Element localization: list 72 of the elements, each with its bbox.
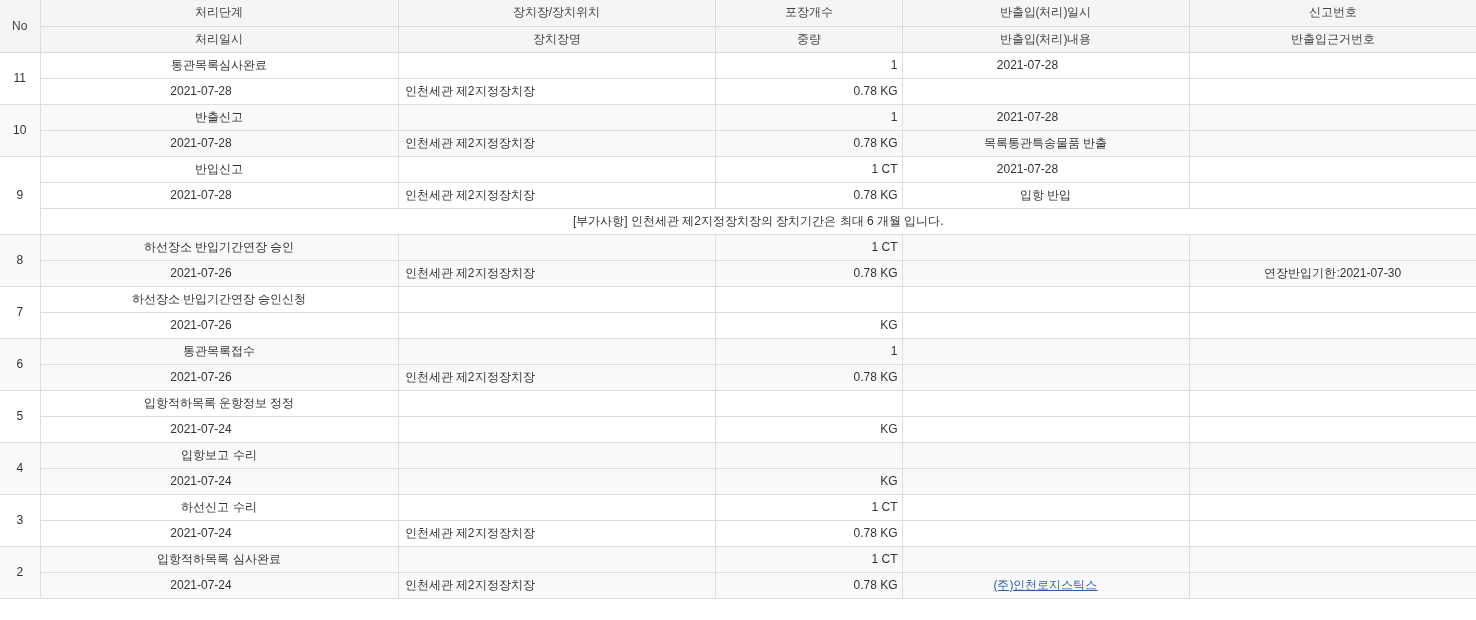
- table-cell: 하선장소 반입기간연장 승인신청: [40, 286, 398, 312]
- table-cell: 0.78 KG: [715, 182, 902, 208]
- row-number: 4: [0, 442, 40, 494]
- table-cell: 입항보고 수리: [40, 442, 398, 468]
- row-number: 2: [0, 546, 40, 598]
- header-cell: 포장개수: [715, 0, 902, 26]
- table-cell: 2021-07-24: [40, 520, 398, 546]
- table-cell: 2021-07-26: [40, 260, 398, 286]
- table-cell: 하선장소 반입기간연장 승인: [40, 234, 398, 260]
- table-cell: 인천세관 제2지정장치장: [398, 572, 715, 598]
- table-cell: 0.78 KG: [715, 364, 902, 390]
- table-cell: 1 CT: [715, 494, 902, 520]
- row-number: 3: [0, 494, 40, 546]
- table-cell: 2021-07-24: [40, 416, 398, 442]
- table-cell: KG: [715, 416, 902, 442]
- header-cell: 장치장/장치위치: [398, 0, 715, 26]
- table-cell: 1 CT: [715, 546, 902, 572]
- table-cell: 2021-07-24: [40, 468, 398, 494]
- table-cell: 2021-07-28: [902, 156, 1189, 182]
- table-cell: 통관목록접수: [40, 338, 398, 364]
- header-cell: 반출입(처리)일시: [902, 0, 1189, 26]
- table-cell: 입항적하목록 심사완료: [40, 546, 398, 572]
- row-number: 6: [0, 338, 40, 390]
- row-number: 8: [0, 234, 40, 286]
- header-cell: No: [0, 0, 40, 52]
- table-cell: 통관목록심사완료: [40, 52, 398, 78]
- header-cell: 반출입(처리)내용: [902, 26, 1189, 52]
- header-cell: 장치장명: [398, 26, 715, 52]
- table-cell: 2021-07-28: [40, 182, 398, 208]
- row-number: 10: [0, 104, 40, 156]
- table-cell: 0.78 KG: [715, 520, 902, 546]
- table-cell: 반출신고: [40, 104, 398, 130]
- table-cell: 인천세관 제2지정장치장: [398, 130, 715, 156]
- table-cell: 2021-07-28: [40, 78, 398, 104]
- table-cell: 1 CT: [715, 156, 902, 182]
- table-cell: 0.78 KG: [715, 130, 902, 156]
- row-number: 5: [0, 390, 40, 442]
- table-cell: 1: [715, 104, 902, 130]
- table-cell: 2021-07-28: [902, 104, 1189, 130]
- table-cell: 0.78 KG: [715, 78, 902, 104]
- table-cell: 1 CT: [715, 234, 902, 260]
- table-cell: 목록통관특송물품 반출: [902, 130, 1189, 156]
- row-number: 11: [0, 52, 40, 104]
- table-cell: 0.78 KG: [715, 260, 902, 286]
- table-cell: KG: [715, 468, 902, 494]
- header-cell: 처리일시: [40, 26, 398, 52]
- header-cell: 신고번호: [1189, 0, 1476, 26]
- table-cell: KG: [715, 312, 902, 338]
- table-cell: 0.78 KG: [715, 572, 902, 598]
- table-cell: 입항적하목록 운항정보 정정: [40, 390, 398, 416]
- table-cell: 반입신고: [40, 156, 398, 182]
- table-cell: 2021-07-26: [40, 312, 398, 338]
- table-cell: 2021-07-26: [40, 364, 398, 390]
- table-cell: 1: [715, 52, 902, 78]
- table-cell: 1: [715, 338, 902, 364]
- table-cell: 인천세관 제2지정장치장: [398, 78, 715, 104]
- table-cell: 인천세관 제2지정장치장: [398, 364, 715, 390]
- table-cell: 인천세관 제2지정장치장: [398, 182, 715, 208]
- table-cell: 입항 반입: [902, 182, 1189, 208]
- header-cell: 중량: [715, 26, 902, 52]
- table-cell: 인천세관 제2지정장치장: [398, 520, 715, 546]
- table-cell: 2021-07-28: [902, 52, 1189, 78]
- table-cell: 연장반입기한:2021-07-30: [1189, 260, 1476, 286]
- note-text: [부가사항] 인천세관 제2지정장치장의 장치기간은 최대 6 개월 입니다.: [40, 208, 1476, 234]
- table-cell: 인천세관 제2지정장치장: [398, 260, 715, 286]
- table-cell: 2021-07-28: [40, 130, 398, 156]
- row-number: 9: [0, 156, 40, 234]
- row-number: 7: [0, 286, 40, 338]
- table-cell: 하선신고 수리: [40, 494, 398, 520]
- table-cell: 2021-07-24: [40, 572, 398, 598]
- header-cell: 처리단계: [40, 0, 398, 26]
- header-cell: 반출입근거번호: [1189, 26, 1476, 52]
